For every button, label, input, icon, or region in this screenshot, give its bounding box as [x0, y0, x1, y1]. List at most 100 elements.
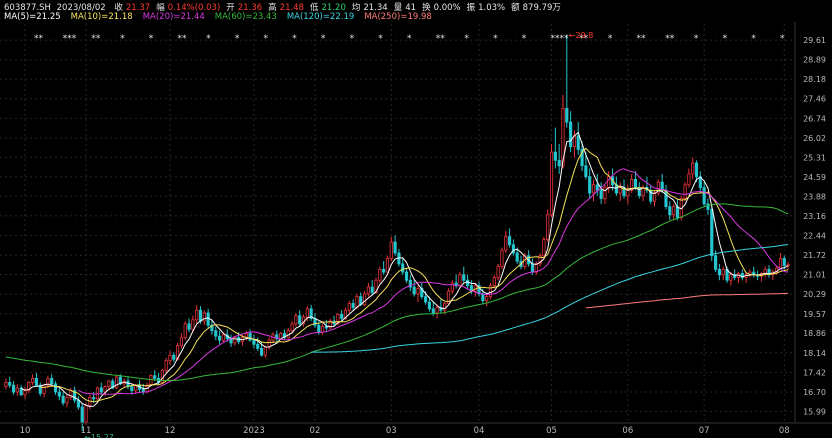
ma-legend-item: MA(60)=23.43 [215, 12, 277, 22]
y-tick-label: 21.72 [803, 251, 826, 260]
marker-star: * [321, 34, 326, 44]
candle-body [114, 376, 119, 389]
candlestick-chart[interactable]: 603877.SH 2023/08/02 收 21.37 幅 0.14%(0.03) 开… [0, 0, 832, 438]
candle-body [633, 178, 638, 188]
candle-body [378, 268, 382, 281]
marker-star: ** [665, 34, 675, 44]
candle-body [256, 343, 260, 349]
candle-body [214, 330, 218, 337]
candle-body [34, 377, 39, 386]
candle-body [317, 324, 321, 333]
candle-body [183, 323, 187, 338]
candle-body [191, 319, 195, 330]
x-tick-label: 06 [622, 426, 633, 436]
y-tick-label: 28.89 [803, 56, 826, 65]
candle-body [366, 286, 370, 295]
candle-body [65, 397, 69, 404]
header-field-value: 879.79万 [523, 3, 561, 13]
y-tick-label: 26.74 [803, 114, 826, 123]
x-tick-label: 11 [81, 426, 92, 436]
candle-body [259, 347, 264, 356]
candle-body [42, 384, 46, 394]
candle-body [466, 279, 470, 287]
candle-body [717, 268, 721, 276]
candle-body [355, 296, 359, 308]
candle-body [340, 313, 344, 319]
candle-body [710, 208, 714, 257]
candle-body [507, 236, 512, 246]
x-tick-label: 02 [310, 426, 321, 436]
candle-body [668, 206, 672, 216]
candle-body [588, 176, 592, 194]
marker-star: * [522, 34, 527, 44]
ma-legend-item: MA(20)=21.44 [143, 12, 205, 22]
candle-body [591, 184, 596, 194]
x-tick-label: 07 [699, 426, 710, 436]
candle-body [252, 339, 256, 345]
marker-star: * [723, 34, 728, 44]
candle-body [714, 255, 718, 270]
candle-body [53, 383, 58, 393]
candle-body [576, 135, 580, 150]
ma-legend-item: MA(10)=21.18 [71, 12, 133, 22]
candle-body [549, 151, 554, 216]
candle-body [687, 173, 691, 186]
marker-star: * [751, 34, 756, 44]
marker-star: * [608, 34, 613, 44]
candle-body [618, 187, 622, 194]
marker-star: ** [34, 34, 44, 44]
candle-body [416, 288, 420, 295]
candle-body [298, 315, 302, 325]
candle-body [496, 266, 500, 278]
candle-body [305, 308, 309, 318]
marker-star: ** [637, 34, 647, 44]
candle-body [404, 271, 409, 281]
candle-body [393, 241, 397, 254]
candle-body [675, 206, 680, 218]
candle-body [530, 263, 535, 273]
candle-body [565, 108, 569, 123]
candle-body [50, 377, 54, 385]
y-tick-label: 18.86 [803, 329, 826, 338]
candle-body [164, 360, 168, 371]
marker-star: * [378, 34, 383, 44]
candle-body [57, 391, 61, 397]
y-tick-label: 25.31 [803, 153, 826, 162]
candle-body [599, 189, 603, 199]
candle-body [389, 241, 393, 259]
y-tick-label: 22.44 [803, 232, 826, 241]
x-tick-label: 04 [474, 426, 485, 436]
candle-body [504, 236, 508, 251]
candle-body [481, 293, 485, 302]
candle-body [187, 323, 191, 330]
candle-body [702, 187, 706, 205]
y-tick-label: 23.88 [803, 192, 826, 201]
ma-legend-item: MA(250)=19.98 [364, 12, 431, 22]
candle-body [290, 323, 294, 332]
header-field-value: 1.03% [478, 3, 505, 13]
candle-body [485, 296, 489, 302]
marker-star: * [235, 34, 240, 44]
candle-body [195, 309, 199, 321]
candle-body [103, 386, 107, 393]
marker-star: * [120, 34, 125, 44]
candle-body [401, 263, 405, 273]
candle-body [130, 386, 134, 392]
candle-body [557, 159, 561, 167]
candle-body [61, 395, 65, 404]
x-tick-label: 08 [779, 426, 790, 436]
candle-body [729, 274, 733, 281]
candle-body [149, 375, 153, 386]
marker-star: ** [436, 34, 446, 44]
candle-body [4, 382, 8, 387]
candle-body [462, 274, 466, 281]
candle-body [11, 384, 16, 393]
candle-body [80, 406, 84, 423]
candle-body [637, 187, 641, 197]
candle-body [603, 187, 607, 199]
candle-body [370, 286, 374, 293]
candle-body [450, 282, 454, 292]
candle-body [321, 326, 325, 333]
candle-body [153, 375, 157, 379]
marker-star: * [407, 34, 412, 44]
